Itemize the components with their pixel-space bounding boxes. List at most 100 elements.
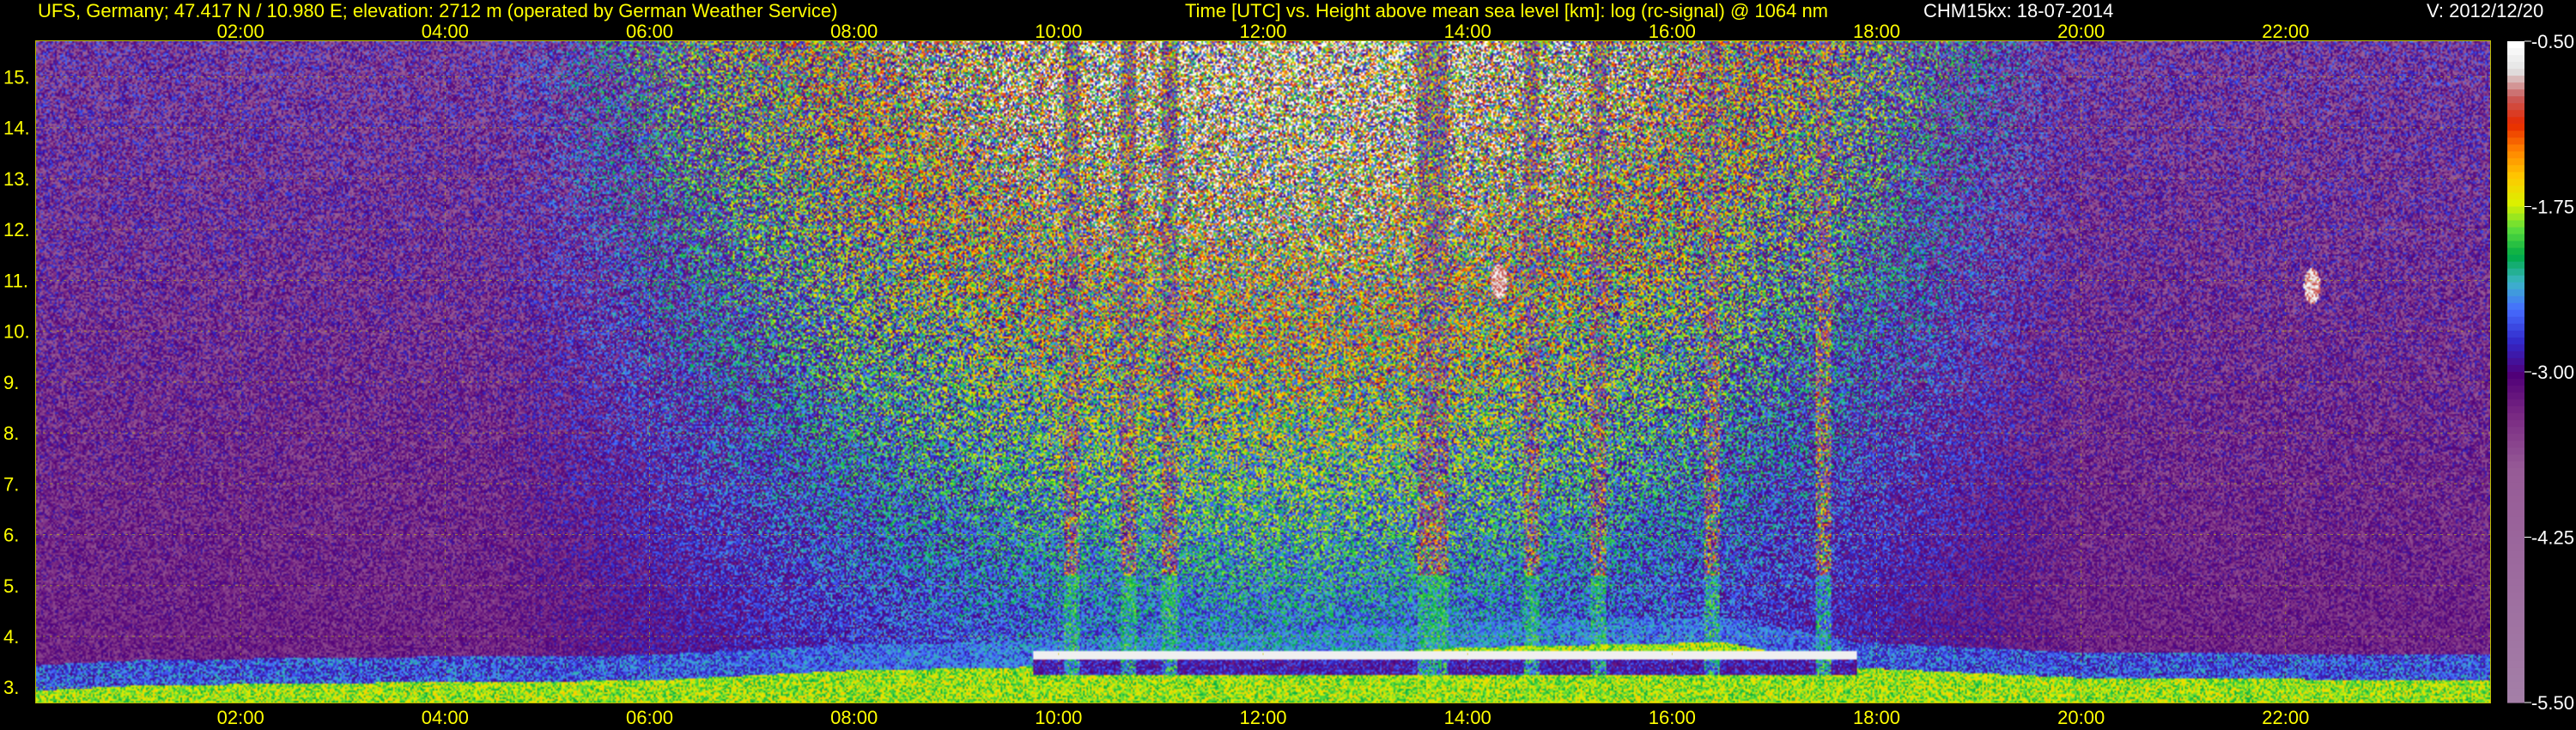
colorbar-segment [2507, 137, 2524, 145]
colorbar-segment [2507, 144, 2524, 152]
colorbar-segment [2507, 695, 2524, 703]
y-tick-0: 3. [3, 677, 19, 698]
colorbar-segment [2507, 585, 2524, 593]
colorbar-segment [2507, 323, 2524, 332]
colorbar-segment [2507, 240, 2524, 249]
colorbar-segment [2507, 124, 2524, 131]
colorbar-segment [2507, 254, 2524, 263]
colorbar-segment [2507, 48, 2524, 56]
y-tick-3: 6. [3, 525, 19, 546]
colorbar-segment [2507, 69, 2524, 76]
colorbar-segment [2507, 461, 2524, 469]
colorbar-tick-4: -5.50 [2531, 692, 2574, 714]
colorbar-segment [2507, 605, 2524, 614]
colorbar-segment [2507, 379, 2524, 386]
colorbar-segment [2507, 640, 2524, 648]
y-tick-6: 9. [3, 372, 19, 393]
colorbar-segment [2507, 302, 2524, 311]
colorbar-segment [2507, 96, 2524, 104]
y-tick-10: 13. [3, 168, 30, 190]
colorbar-segment [2507, 468, 2524, 476]
colorbar-segment [2507, 364, 2524, 373]
colorbar-segment [2507, 502, 2524, 511]
colorbar-tick-1: -1.75 [2531, 197, 2574, 218]
y-tick-9: 12. [3, 219, 30, 240]
x-tick-bottom-7: 16:00 [1649, 707, 1696, 728]
colorbar-segment [2507, 496, 2524, 503]
x-tick-top-5: 12:00 [1239, 21, 1286, 42]
x-tick-bottom-2: 06:00 [626, 707, 673, 728]
colorbar-tick-0: -0.50 [2531, 31, 2574, 52]
colorbar-segment [2507, 674, 2524, 683]
colorbar-segment [2507, 76, 2524, 83]
x-tick-bottom-10: 22:00 [2262, 707, 2309, 728]
colorbar-segment [2507, 592, 2524, 600]
chart-overlay: 02:00 04:00 06:00 08:00 10:00 12:00 14:00 16:00… [3, 21, 2574, 728]
colorbar-segment [2507, 564, 2524, 573]
colorbar-segment [2507, 475, 2524, 483]
y-axis-ticks: 3. 4. 5. 6. 7. 8. 9. 10. 11. 12. 13. 14. 15. [3, 66, 30, 698]
colorbar-segment [2507, 688, 2524, 697]
colorbar-segment [2507, 599, 2524, 607]
colorbar-segment [2507, 571, 2524, 580]
colorbar-segment [2507, 234, 2524, 242]
colorbar-segment [2507, 55, 2524, 63]
x-tick-top-10: 22:00 [2262, 21, 2309, 42]
colorbar-ticks: -0.50 -1.75 -3.00 -4.25 -5.50 [2524, 31, 2574, 714]
colorbar-segment [2507, 537, 2524, 545]
colorbar-segment [2507, 406, 2524, 414]
x-tick-bottom-0: 02:00 [217, 707, 264, 728]
x-tick-bottom-8: 18:00 [1853, 707, 1900, 728]
grid-lines [36, 41, 2490, 703]
colorbar-segment [2507, 117, 2524, 125]
colorbar-tick-3: -4.25 [2531, 527, 2574, 549]
y-tick-12: 15. [3, 66, 30, 88]
colorbar-segment [2507, 103, 2524, 111]
colorbar-tick-2: -3.00 [2531, 362, 2574, 383]
x-tick-top-0: 02:00 [217, 21, 264, 42]
x-tick-bottom-5: 12:00 [1239, 707, 1286, 728]
colorbar-segment [2507, 247, 2524, 256]
colorbar-segment [2507, 633, 2524, 642]
x-tick-bottom-9: 20:00 [2057, 707, 2105, 728]
colorbar-segment [2507, 309, 2524, 318]
colorbar-segment [2507, 447, 2524, 455]
y-tick-2: 5. [3, 575, 19, 597]
colorbar-segment [2507, 647, 2524, 655]
colorbar-segment [2507, 158, 2524, 166]
y-tick-11: 14. [3, 118, 30, 139]
x-tick-top-8: 18:00 [1853, 21, 1900, 42]
colorbar [2507, 41, 2524, 703]
colorbar-segment [2507, 316, 2524, 325]
colorbar-segment [2507, 179, 2524, 187]
colorbar-segment [2507, 275, 2524, 283]
colorbar-segment [2507, 289, 2524, 297]
colorbar-segment [2507, 110, 2524, 118]
colorbar-segment [2507, 612, 2524, 621]
x-tick-bottom-4: 10:00 [1035, 707, 1082, 728]
colorbar-segment [2507, 544, 2524, 552]
y-tick-7: 10. [3, 321, 30, 343]
x-tick-top-6: 14:00 [1444, 21, 1492, 42]
colorbar-segment [2507, 386, 2524, 393]
colorbar-segment [2507, 186, 2524, 194]
colorbar-segment [2507, 192, 2524, 201]
x-tick-bottom-1: 04:00 [422, 707, 469, 728]
colorbar-segment [2507, 619, 2524, 628]
colorbar-segment [2507, 523, 2524, 532]
colorbar-segment [2507, 454, 2524, 462]
colorbar-segment [2507, 557, 2524, 566]
x-tick-top-7: 16:00 [1649, 21, 1696, 42]
colorbar-segment [2507, 654, 2524, 662]
colorbar-segment [2507, 268, 2524, 277]
y-tick-8: 11. [3, 270, 28, 291]
colorbar-segment [2507, 344, 2524, 352]
x-tick-top-4: 10:00 [1035, 21, 1082, 42]
colorbar-segment [2507, 206, 2524, 215]
colorbar-segment [2507, 578, 2524, 587]
colorbar-segment [2507, 626, 2524, 635]
colorbar-segment [2507, 172, 2524, 180]
colorbar-segment [2507, 427, 2524, 435]
colorbar-segment [2507, 667, 2524, 676]
y-tick-5: 8. [3, 423, 19, 444]
